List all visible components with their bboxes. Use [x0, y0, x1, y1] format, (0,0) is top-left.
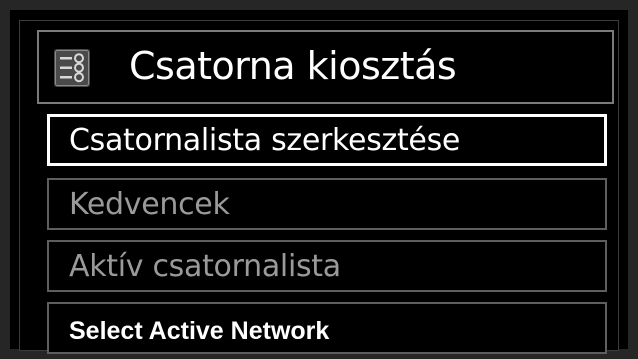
- menu-item-label: Select Active Network: [69, 317, 330, 345]
- menu-header: Csatorna kiosztás: [37, 30, 614, 104]
- tv-menu-screen: Csatorna kiosztás Csatornalista szerkesz…: [0, 0, 638, 359]
- menu-item-label: Csatornalista szerkesztése: [69, 123, 461, 158]
- channel-list-icon: [54, 49, 90, 87]
- menu-item-favourites[interactable]: Kedvencek: [47, 178, 607, 230]
- menu-item-channel-list-edit[interactable]: Csatornalista szerkesztése: [47, 114, 607, 166]
- page-title: Csatorna kiosztás: [129, 44, 457, 88]
- menu-item-select-active-network[interactable]: Select Active Network: [47, 302, 607, 354]
- menu-item-label: Aktív csatornalista: [69, 249, 341, 284]
- menu-item-active-channel-list[interactable]: Aktív csatornalista: [47, 240, 607, 292]
- menu-item-label: Kedvencek: [69, 187, 230, 222]
